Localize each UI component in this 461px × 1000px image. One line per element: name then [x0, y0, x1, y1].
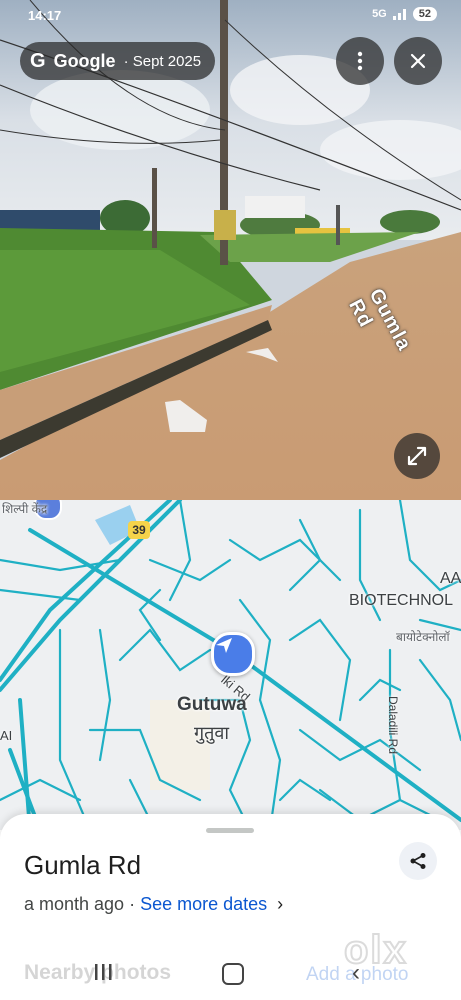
close-icon [410, 53, 426, 69]
drag-handle[interactable] [206, 828, 254, 833]
date-row: a month ago · See more dates › [24, 894, 283, 915]
imagery-info-chip[interactable]: G Google · Sept 2025 [20, 42, 216, 80]
more-vert-icon [357, 51, 363, 71]
separator: · [124, 894, 141, 914]
back-icon[interactable]: ‹ [352, 959, 360, 987]
biotech-label-hindi: बायोटेक्नोलॉ [396, 630, 450, 644]
location-pin[interactable] [211, 632, 255, 676]
capture-date: · Sept 2025 [123, 52, 202, 70]
see-more-dates-link[interactable]: See more dates [140, 894, 267, 915]
system-nav-bar: ‹ [0, 955, 461, 1000]
share-button[interactable] [399, 842, 437, 880]
road-label-daladili: Daladili Rd [386, 696, 400, 755]
provider-label: Google [53, 50, 116, 71]
biotech-label: BIOTECHNOL [349, 592, 454, 609]
place-label-hindi: गुतुवा [194, 723, 230, 743]
location-title: Gumla Rd [24, 850, 142, 880]
chevron-right-icon[interactable]: › [277, 894, 283, 915]
photo-age: a month ago [24, 894, 125, 914]
google-logo-icon: G [30, 49, 46, 72]
direction-arrow-icon [216, 638, 232, 653]
expand-icon [407, 446, 427, 466]
share-icon [410, 853, 426, 869]
status-icons: 5G 52 [372, 7, 437, 21]
home-icon[interactable] [222, 963, 244, 985]
poi-label: शिल्पी केंद्र [2, 502, 48, 516]
status-time: 14:17 [28, 8, 62, 23]
area-label-aa: AA [440, 570, 461, 587]
more-options-button[interactable] [336, 37, 384, 85]
street-view-panorama[interactable]: 14:17 5G 52 G Google · Sept 2025 Gumla R… [0, 0, 461, 500]
area-label-ai: AI [0, 728, 13, 743]
recent-apps-icon[interactable] [94, 963, 112, 981]
route-shield: 39 [128, 521, 150, 539]
map-view[interactable]: शिल्पी केंद्र 39 AA BIOTECHNOL बायोटेक्न… [0, 500, 461, 830]
bottom-sheet[interactable]: Gumla Rd a month ago · See more dates › … [0, 814, 461, 1000]
close-button[interactable] [394, 37, 442, 85]
fullscreen-button[interactable] [394, 433, 440, 479]
place-label: Gutuwa [177, 694, 247, 715]
status-bar: 14:17 5G 52 [0, 0, 461, 32]
signal-icon [392, 9, 406, 20]
network-label: 5G [372, 8, 387, 20]
battery-badge: 52 [412, 7, 437, 21]
